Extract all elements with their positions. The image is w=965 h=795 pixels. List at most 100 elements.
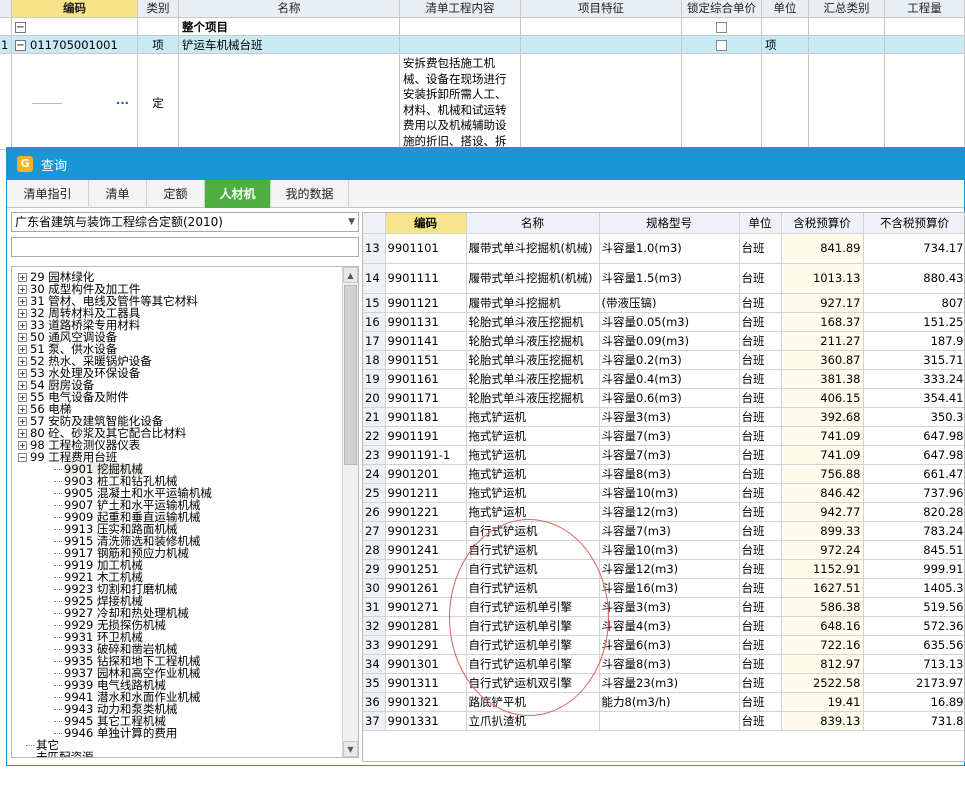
cell-notax-price[interactable]: 647.98 [863,426,964,446]
tree-item-9917[interactable]: 9917 钢筋和预应力机械 [12,547,342,559]
expand-icon[interactable]: + [18,332,27,342]
table-row[interactable]: 30 9901261 自行式铲运机 斗容量16(m3) 台班 1627.51 1405.3 [363,578,964,598]
cell-spec[interactable]: 斗容量3(m3) [599,597,740,617]
cell-notax-price[interactable]: 315.71 [863,350,964,370]
quota-row[interactable]: ··· 定 安拆费包括施工机械、设备在现场进行安装拆卸所需人工、材料、机械和试运… [0,54,965,150]
tab-quota[interactable]: 定额 [147,180,205,208]
cell-code[interactable]: 9901181 [385,407,467,427]
cell-unit[interactable]: 台班 [739,388,782,408]
table-row[interactable]: 33 9901291 自行式铲运机单引擎 斗容量6(m3) 台班 722.16 635.56 [363,635,964,655]
cell-spec[interactable]: 斗容量12(m3) [599,559,740,579]
cell-code[interactable]: 9901201 [385,464,467,484]
cell-notax-price[interactable]: 572.36 [863,616,964,636]
cell-code[interactable]: 9901111 [385,263,467,294]
cell-unit[interactable]: 台班 [739,426,782,446]
cell-spec[interactable]: 斗容量12(m3) [599,502,740,522]
cell-tax-price[interactable]: 741.09 [781,445,864,465]
cell-code[interactable]: 9901291 [385,635,467,655]
tab-list[interactable]: 清单 [89,180,147,208]
cell-name[interactable]: 自行式铲运机 [466,559,600,579]
expand-icon[interactable]: + [18,296,27,306]
expand-icon[interactable]: + [18,272,27,282]
cell-unit[interactable]: 台班 [739,445,782,465]
cell-spec[interactable]: 斗容量0.4(m3) [599,369,740,389]
cell-spec[interactable]: 斗容量4(m3) [599,616,740,636]
cell-tax-price[interactable]: 756.88 [781,464,864,484]
tree-item-9943[interactable]: 9943 动力和泵类机械 [12,703,342,715]
table-row[interactable]: 29 9901251 自行式铲运机 斗容量12(m3) 台班 1152.91 999.91 [363,559,964,579]
table-row[interactable]: 21 9901181 拖式铲运机 斗容量3(m3) 台班 392.68 350.3 [363,407,964,427]
cell-notax-price[interactable]: 333.24 [863,369,964,389]
cell-spec[interactable]: 斗容量23(m3) [599,673,740,693]
cell-unit[interactable]: 台班 [739,597,782,617]
col-header-spec[interactable]: 规格型号 [599,213,740,234]
tree-item-9937[interactable]: 9937 园林和高空作业机械 [12,667,342,679]
cell-notax-price[interactable]: 999.91 [863,559,964,579]
cell-code[interactable]: 9901151 [385,350,467,370]
cell-tax-price[interactable]: 648.16 [781,616,864,636]
cell-spec[interactable]: (带液压镐) [599,293,740,313]
cell-name[interactable]: 自行式铲运机单引擎 [466,616,600,636]
cell-name[interactable]: 轮胎式单斗液压挖掘机 [466,350,600,370]
cell-spec[interactable]: 斗容量7(m3) [599,521,740,541]
cell-unit[interactable]: 台班 [739,464,782,484]
cell-code[interactable]: 9901271 [385,597,467,617]
cell-code[interactable]: 9901261 [385,578,467,598]
cell-notax-price[interactable]: 350.3 [863,407,964,427]
scroll-up-icon[interactable]: ▲ [343,267,358,283]
cell-notax-price[interactable]: 519.56 [863,597,964,617]
cell-tax-price[interactable]: 899.33 [781,521,864,541]
cell-unit[interactable]: 台班 [739,407,782,427]
table-row[interactable]: 24 9901201 拖式铲运机 斗容量8(m3) 台班 756.88 661.47 [363,464,964,484]
cell-name[interactable]: 自行式铲运机 [466,578,600,598]
expand-icon[interactable]: + [18,416,27,426]
table-row[interactable]: 32 9901281 自行式铲运机单引擎 斗容量4(m3) 台班 648.16 572.36 [363,616,964,636]
tree-item-9929[interactable]: 9929 无损探伤机械 [12,619,342,631]
table-row[interactable]: 18 9901151 轮胎式单斗液压挖掘机 斗容量0.2(m3) 台班 360.87 315… [363,350,964,370]
cell-tax-price[interactable]: 1013.13 [781,263,864,294]
tree-scrollbar[interactable]: ▲ ▼ [342,267,358,757]
cell-tax-price[interactable]: 19.41 [781,692,864,712]
cell-tax-price[interactable]: 722.16 [781,635,864,655]
cell-unit[interactable]: 台班 [739,654,782,674]
cell-name[interactable]: 拖式铲运机 [466,426,600,446]
cell-code[interactable]: 9901281 [385,616,467,636]
cell-code[interactable]: 9901251 [385,559,467,579]
cell-unit[interactable]: 台班 [739,233,782,264]
cell-name[interactable]: 履带式单斗挖掘机(机械) [466,233,600,264]
cell-tax-price[interactable]: 406.15 [781,388,864,408]
cell-tax-price[interactable]: 1627.51 [781,578,864,598]
table-row[interactable]: 14 9901111 履带式单斗挖掘机(机械) 斗容量1.5(m3) 台班 1013.13… [363,263,964,294]
scroll-down-icon[interactable]: ▼ [343,741,358,757]
cell-notax-price[interactable]: 820.28 [863,502,964,522]
table-row[interactable]: 16 9901131 轮胎式单斗液压挖掘机 斗容量0.05(m3) 台班 168.37 15… [363,312,964,332]
cell-unit[interactable]: 台班 [739,616,782,636]
cell-notax-price[interactable]: 737.96 [863,483,964,503]
cell-code[interactable]: 9901161 [385,369,467,389]
chevron-down-icon[interactable]: ▼ [348,213,355,231]
library-select[interactable]: 广东省建筑与装饰工程综合定额(2010) ▼ [11,212,359,232]
cell-unit[interactable]: 台班 [739,673,782,693]
cell-notax-price[interactable]: 807 [863,293,964,313]
cell-code[interactable]: 9901191 [385,426,467,446]
cell-tax-price[interactable]: 360.87 [781,350,864,370]
cell-tax-price[interactable]: 927.17 [781,293,864,313]
cell-tax-price[interactable]: 211.27 [781,331,864,351]
cell-code[interactable]: 9901311 [385,673,467,693]
cell-unit[interactable]: 台班 [739,635,782,655]
cell-tax-price[interactable]: 2522.58 [781,673,864,693]
cell-name[interactable]: 自行式铲运机单引擎 [466,654,600,674]
cell-notax-price[interactable]: 1405.3 [863,578,964,598]
col-header-code[interactable]: 编码 [385,213,467,234]
search-input[interactable] [11,237,359,257]
cell-unit[interactable]: 台班 [739,711,782,731]
cell-tax-price[interactable]: 586.38 [781,597,864,617]
cell-spec[interactable]: 斗容量0.05(m3) [599,312,740,332]
cell-spec[interactable]: 斗容量8(m3) [599,654,740,674]
cell-spec[interactable]: 斗容量0.2(m3) [599,350,740,370]
cell-tax-price[interactable]: 942.77 [781,502,864,522]
tree-item-tail[interactable]: 未匹配资源 [12,751,342,757]
expand-icon[interactable]: + [18,428,27,438]
cell-name[interactable]: 轮胎式单斗液压挖掘机 [466,312,600,332]
cell-unit[interactable]: 台班 [739,263,782,294]
